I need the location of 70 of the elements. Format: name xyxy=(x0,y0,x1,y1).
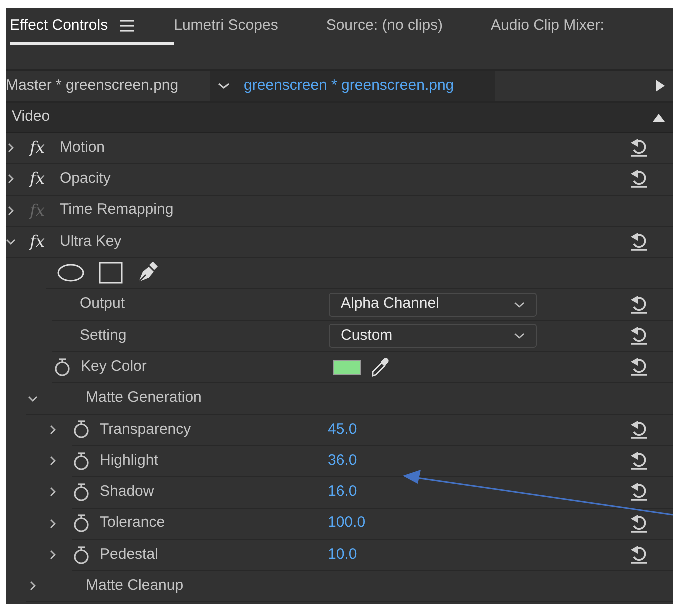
fx-toggle[interactable]: fx xyxy=(30,136,60,160)
collapse-icon[interactable] xyxy=(653,114,665,122)
dropdown[interactable]: Custom xyxy=(329,324,537,348)
eyedropper-icon[interactable] xyxy=(370,356,390,378)
panel-tab[interactable]: Source: (no clips) xyxy=(326,8,492,45)
stopwatch-icon[interactable] xyxy=(73,420,90,440)
clip-selector[interactable]: greenscreen * greenscreen.png xyxy=(210,71,495,101)
reset-icon[interactable] xyxy=(629,294,649,315)
pen-icon[interactable] xyxy=(137,262,159,284)
chevron-right-icon[interactable] xyxy=(6,143,16,154)
play-icon[interactable] xyxy=(656,80,665,92)
reset-icon[interactable] xyxy=(629,482,649,502)
dropdown[interactable]: Alpha Channel xyxy=(329,292,537,317)
panel-tab[interactable]: Audio Clip Mixer: xyxy=(491,8,652,45)
effect-name: Motion xyxy=(60,138,106,158)
property-label: Highlight xyxy=(100,450,158,471)
property-value[interactable]: 10.0 xyxy=(328,544,358,566)
chevron-down-icon xyxy=(514,300,525,309)
reset-icon[interactable] xyxy=(629,420,649,440)
property-label: Shadow xyxy=(100,482,154,502)
fx-toggle[interactable]: fx xyxy=(30,230,60,254)
chevron-down-icon[interactable] xyxy=(6,237,16,248)
property-label: Tolerance xyxy=(100,513,166,534)
reset-icon[interactable] xyxy=(629,357,649,378)
stopwatch-icon[interactable] xyxy=(73,452,90,471)
chevron-right-icon[interactable] xyxy=(48,550,58,560)
chevron-down-icon[interactable] xyxy=(28,394,38,404)
group-label: Matte Cleanup xyxy=(86,576,184,596)
effect-name: Opacity xyxy=(60,169,111,190)
chevron-right-icon[interactable] xyxy=(48,487,58,498)
menu-icon[interactable] xyxy=(120,20,134,32)
property-label: Setting xyxy=(79,326,128,346)
property-value[interactable]: 45.0 xyxy=(328,418,358,442)
chevron-right-icon[interactable] xyxy=(6,206,16,216)
property-value[interactable]: 36.0 xyxy=(328,450,358,472)
property-value[interactable]: 100.0 xyxy=(328,512,366,535)
stopwatch-icon[interactable] xyxy=(73,546,90,564)
stopwatch-icon[interactable] xyxy=(73,482,90,502)
reset-icon[interactable] xyxy=(629,514,649,534)
reset-icon[interactable] xyxy=(629,326,649,346)
chevron-right-icon[interactable] xyxy=(48,424,58,435)
property-label: Pedestal xyxy=(100,544,158,565)
reset-icon[interactable] xyxy=(629,545,649,565)
property-label: Key Color xyxy=(81,356,147,377)
property-value[interactable]: 16.0 xyxy=(328,481,358,504)
color-swatch[interactable] xyxy=(333,360,361,375)
reset-icon[interactable] xyxy=(629,169,649,190)
fx-toggle[interactable]: fx xyxy=(30,167,60,192)
reset-icon[interactable] xyxy=(629,138,649,158)
reset-icon[interactable] xyxy=(629,451,649,472)
chevron-right-icon[interactable] xyxy=(48,518,58,529)
chevron-right-icon[interactable] xyxy=(6,174,16,184)
property-label: Transparency xyxy=(100,420,192,440)
section-label: Video xyxy=(12,107,50,128)
rectangle-mask-icon[interactable] xyxy=(99,262,123,284)
property-label: Output xyxy=(79,294,126,314)
chevron-down-icon xyxy=(514,332,525,340)
group-label: Matte Generation xyxy=(86,388,202,408)
chevron-right-icon[interactable] xyxy=(28,581,38,592)
chevron-right-icon[interactable] xyxy=(48,456,58,466)
effect-name: Time Remapping xyxy=(60,200,174,220)
master-clip-label: Master * greenscreen.png xyxy=(6,76,180,96)
reset-icon[interactable] xyxy=(629,232,649,252)
chevron-down-icon[interactable] xyxy=(218,81,230,91)
effect-name: Ultra Key xyxy=(60,232,122,252)
stopwatch-icon[interactable] xyxy=(73,514,90,534)
panel-tab[interactable]: Effect Controls xyxy=(10,8,174,45)
ellipse-mask-icon[interactable] xyxy=(57,263,85,284)
panel-tab[interactable]: Lumetri Scopes xyxy=(174,8,326,45)
stopwatch-icon[interactable] xyxy=(54,358,71,377)
